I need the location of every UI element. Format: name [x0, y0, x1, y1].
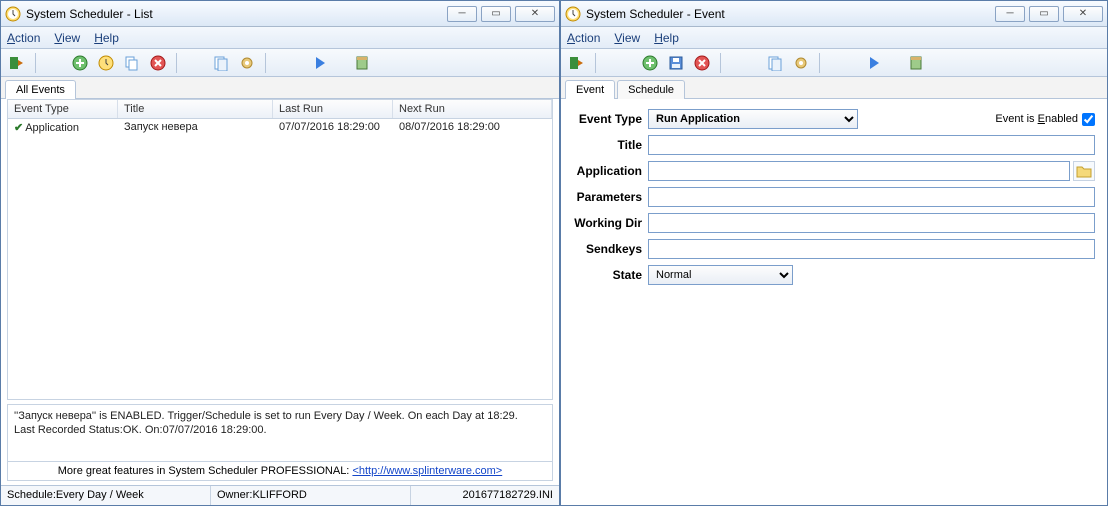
menu-help[interactable]: Help	[654, 31, 679, 45]
label-event-type: Event Type	[573, 112, 648, 126]
label-parameters: Parameters	[573, 190, 648, 204]
maximize-button[interactable]: ▭	[481, 6, 511, 22]
app-icon	[565, 6, 581, 22]
window-title: System Scheduler - Event	[586, 7, 995, 21]
cell-last-run: 07/07/2016 18:29:00	[273, 119, 393, 137]
cell-next-run: 08/07/2016 18:29:00	[393, 119, 552, 137]
application-input[interactable]	[648, 161, 1070, 181]
promo-text: More great features in System Scheduler …	[58, 465, 353, 477]
titlebar[interactable]: System Scheduler - Event ─ ▭ ✕	[561, 1, 1107, 27]
edit-icon[interactable]	[96, 53, 116, 73]
run-icon[interactable]	[310, 53, 330, 73]
info-line-2: Last Recorded Status:OK. On:07/07/2016 1…	[14, 423, 546, 437]
tabstrip: All Events	[1, 77, 559, 99]
window-controls: ─ ▭ ✕	[995, 6, 1103, 22]
menu-help[interactable]: Help	[94, 31, 119, 45]
header-title[interactable]: Title	[118, 100, 273, 118]
toolbar	[1, 49, 559, 77]
header-next-run[interactable]: Next Run	[393, 100, 552, 118]
minimize-button[interactable]: ─	[995, 6, 1025, 22]
tab-all-events[interactable]: All Events	[5, 80, 76, 99]
close-button[interactable]: ✕	[515, 6, 555, 22]
settings-icon[interactable]	[237, 53, 257, 73]
delete-icon[interactable]	[692, 53, 712, 73]
log-icon[interactable]	[765, 53, 785, 73]
label-working-dir: Working Dir	[573, 216, 648, 230]
promo-link[interactable]: <http://www.splinterware.com>	[352, 465, 502, 477]
copy-icon[interactable]	[122, 53, 142, 73]
stop-icon[interactable]	[906, 53, 926, 73]
check-icon: ✔	[14, 122, 23, 134]
parameters-input[interactable]	[648, 187, 1095, 207]
delete-icon[interactable]	[148, 53, 168, 73]
event-type-select[interactable]: Run Application	[648, 109, 858, 129]
tab-schedule[interactable]: Schedule	[617, 80, 685, 99]
titlebar[interactable]: System Scheduler - List ─ ▭ ✕	[1, 1, 559, 27]
stop-icon[interactable]	[352, 53, 372, 73]
add-icon[interactable]	[70, 53, 90, 73]
close-button[interactable]: ✕	[1063, 6, 1103, 22]
save-icon[interactable]	[666, 53, 686, 73]
minimize-button[interactable]: ─	[447, 6, 477, 22]
statusbar: Schedule:Every Day / Week Owner:KLIFFORD…	[1, 485, 559, 505]
menu-action[interactable]: Action	[7, 31, 40, 45]
label-application: Application	[573, 164, 648, 178]
label-title: Title	[573, 138, 648, 152]
working-dir-input[interactable]	[648, 213, 1095, 233]
event-list[interactable]: ✔Application Запуск невера 07/07/2016 18…	[7, 119, 553, 400]
label-sendkeys: Sendkeys	[573, 242, 648, 256]
tab-event[interactable]: Event	[565, 80, 615, 99]
header-event-type[interactable]: Event Type	[8, 100, 118, 118]
exit-icon[interactable]	[567, 53, 587, 73]
cell-title: Запуск невера	[118, 119, 273, 137]
list-window: System Scheduler - List ─ ▭ ✕ Action Vie…	[0, 0, 560, 506]
event-enabled-checkbox[interactable]: Event is Enabled	[995, 113, 1095, 126]
promo-line: More great features in System Scheduler …	[7, 462, 553, 481]
status-owner: Owner:KLIFFORD	[211, 486, 411, 505]
info-line-1: ''Запуск невера'' is ENABLED. Trigger/Sc…	[14, 409, 546, 423]
sendkeys-input[interactable]	[648, 239, 1095, 259]
browse-button[interactable]	[1073, 161, 1095, 181]
add-icon[interactable]	[640, 53, 660, 73]
cell-event-type: ✔Application	[8, 119, 118, 137]
enabled-check-input[interactable]	[1082, 113, 1095, 126]
title-input[interactable]	[648, 135, 1095, 155]
toolbar	[561, 49, 1107, 77]
settings-icon[interactable]	[791, 53, 811, 73]
menubar: Action View Help	[1, 27, 559, 49]
label-state: State	[573, 268, 648, 282]
event-form: Event Type Run Application Event is Enab…	[561, 99, 1107, 505]
list-body: Event Type Title Last Run Next Run ✔Appl…	[1, 99, 559, 485]
maximize-button[interactable]: ▭	[1029, 6, 1059, 22]
log-icon[interactable]	[211, 53, 231, 73]
menu-action[interactable]: Action	[567, 31, 600, 45]
window-title: System Scheduler - List	[26, 7, 447, 21]
enabled-label: Event is Enabled	[995, 113, 1078, 125]
list-item[interactable]: ✔Application Запуск невера 07/07/2016 18…	[8, 119, 552, 137]
status-schedule: Schedule:Every Day / Week	[1, 486, 211, 505]
event-window: System Scheduler - Event ─ ▭ ✕ Action Vi…	[560, 0, 1108, 506]
info-panel: ''Запуск невера'' is ENABLED. Trigger/Sc…	[7, 404, 553, 462]
tabstrip: Event Schedule	[561, 77, 1107, 99]
app-icon	[5, 6, 21, 22]
column-headers: Event Type Title Last Run Next Run	[7, 99, 553, 119]
header-last-run[interactable]: Last Run	[273, 100, 393, 118]
window-controls: ─ ▭ ✕	[447, 6, 555, 22]
status-file: 201677182729.INI	[411, 486, 559, 505]
menu-view[interactable]: View	[54, 31, 80, 45]
state-select[interactable]: Normal	[648, 265, 793, 285]
menu-view[interactable]: View	[614, 31, 640, 45]
run-icon[interactable]	[864, 53, 884, 73]
menubar: Action View Help	[561, 27, 1107, 49]
exit-icon[interactable]	[7, 53, 27, 73]
